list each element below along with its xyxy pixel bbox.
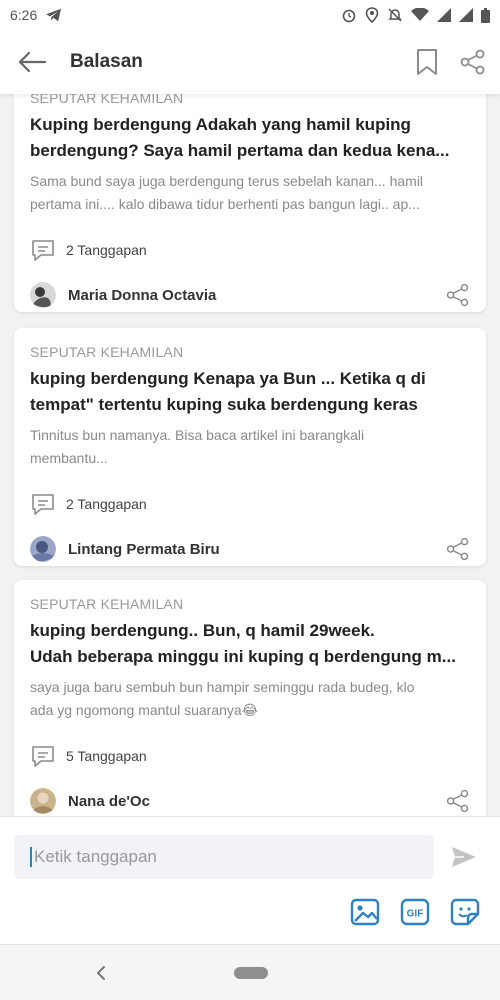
nav-home-pill[interactable] xyxy=(234,967,268,979)
thread-category: SEPUTAR KEHAMILAN xyxy=(30,344,184,360)
status-bar: 6:26 xyxy=(0,0,500,30)
author-name: Maria Donna Octavia xyxy=(68,286,217,304)
thread-card[interactable]: SEPUTAR KEHAMILAN Kuping berdengung Adak… xyxy=(14,94,486,312)
share-icon[interactable] xyxy=(446,283,470,307)
comment-icon xyxy=(32,746,54,767)
thread-title[interactable]: kuping berdengung.. Bun, q hamil 29week.… xyxy=(30,618,470,670)
thread-list: SEPUTAR KEHAMILAN Kuping berdengung Adak… xyxy=(0,94,500,816)
thread-card[interactable]: SEPUTAR KEHAMILAN kuping berdengung Kena… xyxy=(14,328,486,566)
thread-title-line: Kuping berdengung Adakah yang hamil kupi… xyxy=(30,115,411,134)
thread-title[interactable]: kuping berdengung Kenapa ya Bun ... Keti… xyxy=(30,366,470,418)
avatar xyxy=(30,282,56,308)
thread-author[interactable]: Nana de'Oc xyxy=(30,788,470,814)
response-count[interactable]: 2 Tanggapan xyxy=(30,238,470,262)
image-icon xyxy=(350,898,380,926)
thread-title-line: Udah beberapa minggu ini kuping q berden… xyxy=(30,647,456,666)
thread-excerpt-line: saya juga baru sembuh bun hampir semingg… xyxy=(30,679,415,695)
thread-title-line: berdengung? Saya hamil pertama dan kedua… xyxy=(30,141,450,160)
share-icon[interactable] xyxy=(460,49,486,75)
thread-card[interactable]: SEPUTAR KEHAMILAN kuping berdengung.. Bu… xyxy=(14,580,486,816)
battery-icon xyxy=(481,7,490,23)
thread-excerpt: saya juga baru sembuh bun hampir semingg… xyxy=(30,676,470,722)
system-nav-bar xyxy=(0,944,500,1000)
response-count[interactable]: 5 Tanggapan xyxy=(30,744,470,768)
attachment-tools: GIF xyxy=(350,897,480,927)
reply-input[interactable] xyxy=(30,847,418,867)
thread-title[interactable]: Kuping berdengung Adakah yang hamil kupi… xyxy=(30,112,470,164)
app-header: Balasan xyxy=(0,30,500,94)
svg-text:GIF: GIF xyxy=(407,909,424,920)
response-count-label: 5 Tanggapan xyxy=(66,748,147,764)
signal-icon xyxy=(437,8,451,22)
location-icon xyxy=(365,7,379,23)
reply-bar: GIF xyxy=(0,816,500,944)
author-name: Nana de'Oc xyxy=(68,792,150,810)
arrow-left-icon xyxy=(18,51,47,73)
thread-title-line: kuping berdengung Kenapa ya Bun ... Keti… xyxy=(30,369,426,388)
thread-title-line: kuping berdengung.. Bun, q hamil 29week. xyxy=(30,621,375,640)
avatar xyxy=(30,788,56,814)
page-title: Balasan xyxy=(70,51,143,72)
nav-back-icon[interactable] xyxy=(93,963,109,983)
send-icon[interactable] xyxy=(450,845,478,869)
reply-input-wrapper xyxy=(14,835,434,879)
thread-author[interactable]: Lintang Permata Biru xyxy=(30,536,470,562)
sticker-icon xyxy=(450,898,480,926)
share-icon[interactable] xyxy=(446,537,470,561)
back-button[interactable] xyxy=(14,44,50,80)
status-time: 6:26 xyxy=(10,7,38,23)
thread-excerpt-line: Sama bund saya juga berdengung terus seb… xyxy=(30,173,424,189)
response-count[interactable]: 2 Tanggapan xyxy=(30,492,470,516)
response-count-label: 2 Tanggapan xyxy=(66,496,147,512)
thread-category: SEPUTAR KEHAMILAN xyxy=(30,596,184,612)
bookmark-icon[interactable] xyxy=(416,48,438,76)
thread-excerpt: Tinnitus bun namanya. Bisa baca artikel … xyxy=(30,424,470,470)
response-count-label: 2 Tanggapan xyxy=(66,242,147,258)
author-name: Lintang Permata Biru xyxy=(68,540,220,558)
gif-icon: GIF xyxy=(400,898,430,926)
signal-icon-2 xyxy=(459,8,473,22)
avatar xyxy=(30,536,56,562)
thread-excerpt-line: ada yg ngomong mantul suaranya😂 xyxy=(30,702,259,718)
mute-icon xyxy=(388,8,402,22)
comment-icon xyxy=(32,494,54,515)
telegram-icon xyxy=(46,8,62,22)
image-button[interactable] xyxy=(350,897,380,927)
thread-author[interactable]: Maria Donna Octavia xyxy=(30,282,470,308)
thread-category: SEPUTAR KEHAMILAN xyxy=(30,94,184,106)
thread-title-line: tempat" tertentu kuping suka berdengung … xyxy=(30,395,418,414)
sticker-button[interactable] xyxy=(450,897,480,927)
wifi-icon xyxy=(411,8,429,21)
thread-excerpt-line: membantu... xyxy=(30,450,108,466)
comment-icon xyxy=(32,240,54,261)
share-icon[interactable] xyxy=(446,789,470,813)
thread-excerpt-line: Tinnitus bun namanya. Bisa baca artikel … xyxy=(30,427,365,443)
thread-excerpt-line: pertama ini.... kalo dibawa tidur berhen… xyxy=(30,196,420,212)
gif-button[interactable]: GIF xyxy=(400,897,430,927)
thread-excerpt: Sama bund saya juga berdengung terus seb… xyxy=(30,170,470,216)
alarm-icon xyxy=(342,9,356,23)
